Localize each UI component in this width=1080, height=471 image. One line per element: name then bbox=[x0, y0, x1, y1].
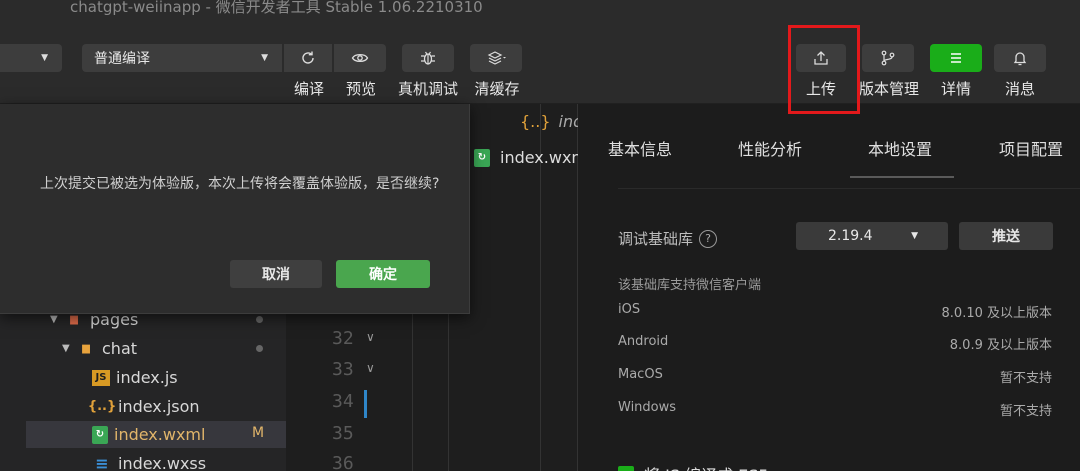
fold-chevron-icon[interactable]: ∨ bbox=[366, 330, 375, 344]
json-file-icon: {..} bbox=[87, 399, 117, 414]
dialog-message: 上次提交已被选为体验版，本次上传将会覆盖体验版，是否继续? bbox=[40, 176, 440, 192]
refresh-icon bbox=[302, 51, 314, 64]
details-label: 详情 bbox=[940, 80, 971, 98]
modified-badge: M bbox=[252, 425, 265, 441]
upload-highlight-box bbox=[788, 25, 860, 114]
checkbox[interactable] bbox=[618, 466, 634, 471]
json-file-icon: {..} bbox=[520, 112, 551, 131]
tree-item-label: index.wxss bbox=[118, 454, 207, 471]
es5-option-label: 将 JS 编译成 ES5 bbox=[644, 462, 769, 471]
push-button[interactable]: 推送 bbox=[959, 222, 1053, 250]
compile-button[interactable] bbox=[284, 44, 332, 72]
messages-button[interactable] bbox=[994, 44, 1046, 72]
js-file-icon: JS bbox=[92, 369, 110, 386]
tab-label: index.wxn bbox=[500, 148, 582, 167]
tree-item-label: index.wxml bbox=[114, 425, 206, 444]
client-version: 暂不支持 bbox=[999, 404, 1052, 419]
active-tab-indicator bbox=[850, 176, 954, 178]
editor-tab-wxml[interactable]: ↻ index.wxn bbox=[474, 148, 582, 167]
line-number: 35 bbox=[332, 423, 354, 444]
line-number: 33 bbox=[332, 359, 354, 380]
chevron-down-icon: ▼ bbox=[261, 53, 268, 63]
client-row-android: Android 8.0.9 及以上版本 bbox=[618, 332, 1052, 356]
client-os: MacOS bbox=[618, 367, 663, 382]
fold-chevron-icon[interactable]: ∨ bbox=[366, 361, 375, 375]
client-os: Android bbox=[618, 334, 669, 349]
cursor-line-marker bbox=[364, 390, 367, 418]
tree-item-label: index.js bbox=[116, 368, 178, 387]
compile-label: 编译 bbox=[293, 80, 324, 98]
chevron-down-icon: ▼ bbox=[62, 343, 70, 354]
client-version: 暂不支持 bbox=[999, 371, 1052, 386]
preview-button[interactable] bbox=[334, 44, 386, 72]
help-icon[interactable]: ? bbox=[699, 229, 718, 248]
divider bbox=[618, 188, 1080, 189]
wxss-file-icon: ≡ bbox=[95, 454, 109, 471]
tree-folder-chat[interactable]: ▼ ▆ chat bbox=[62, 335, 137, 362]
status-dot bbox=[256, 316, 263, 323]
version-management-button[interactable] bbox=[862, 44, 914, 72]
eye-icon bbox=[351, 53, 369, 63]
debug-lib-label: 调试基础库 ? bbox=[618, 228, 718, 249]
tree-item-label: chat bbox=[102, 339, 138, 358]
cancel-button[interactable]: 取消 bbox=[230, 260, 322, 288]
branch-icon bbox=[881, 50, 895, 66]
messages-label: 消息 bbox=[1004, 80, 1035, 98]
folder-icon: ▆ bbox=[82, 343, 90, 354]
support-label: 该基础库支持微信客户端 bbox=[618, 278, 762, 293]
chevron-down-icon: ▼ bbox=[50, 314, 58, 325]
menu-icon bbox=[951, 53, 961, 63]
client-version: 8.0.10 及以上版本 bbox=[941, 306, 1052, 321]
wxml-file-icon: ↻ bbox=[474, 148, 490, 167]
debug-lib-text: 调试基础库 bbox=[618, 230, 694, 248]
client-row-ios: iOS 8.0.10 及以上版本 bbox=[618, 300, 1052, 324]
client-row-macos: MacOS 暂不支持 bbox=[618, 365, 1052, 389]
editor-tab-json[interactable]: {..} ind bbox=[520, 112, 583, 131]
real-device-debug-button[interactable] bbox=[402, 44, 454, 72]
client-row-windows: Windows 暂不支持 bbox=[618, 398, 1052, 422]
version-label: 版本管理 bbox=[858, 80, 919, 98]
clear-cache-label: 清缓存 bbox=[474, 80, 520, 98]
client-version: 8.0.9 及以上版本 bbox=[949, 338, 1052, 353]
tree-file-index-wxml[interactable]: ↻ index.wxml bbox=[92, 421, 205, 448]
preview-label: 预览 bbox=[345, 80, 376, 98]
tab-performance[interactable]: 性能分析 bbox=[738, 136, 802, 160]
settings-panel: 基本信息 性能分析 本地设置 项目配置 调试基础库 ? 2.19.4 ▼ 推送 … bbox=[578, 104, 1080, 471]
tab-local-settings[interactable]: 本地设置 bbox=[868, 136, 932, 160]
client-os: iOS bbox=[618, 302, 641, 317]
tree-file-index-js[interactable]: JS index.js bbox=[92, 364, 178, 391]
line-number: 34 bbox=[332, 391, 354, 412]
status-dot bbox=[256, 345, 263, 352]
line-number: 32 bbox=[332, 328, 354, 349]
debug-label: 真机调试 bbox=[397, 80, 458, 98]
layers-icon bbox=[487, 51, 506, 65]
wxml-file-icon: ↻ bbox=[92, 425, 108, 444]
upload-confirm-dialog: 上次提交已被选为体验版，本次上传将会覆盖体验版，是否继续? 取消 确定 bbox=[0, 104, 470, 314]
bell-icon bbox=[1013, 52, 1027, 66]
window-title: chatgpt-weiinapp - 微信开发者工具 Stable 1.06.2… bbox=[70, 0, 483, 16]
chevron-down-icon: ▼ bbox=[911, 231, 918, 241]
bug-icon bbox=[421, 51, 435, 65]
tree-file-index-wxss[interactable]: ≡ index.wxss bbox=[92, 450, 206, 471]
toolbar: ▼ 普通编译 ▼ 编译 预览 真机调试 清缓存 上传 版本管理 详情 消息 bbox=[0, 18, 1080, 104]
simulator-mode-select[interactable]: ▼ bbox=[0, 44, 62, 72]
tree-file-index-json[interactable]: {..} index.json bbox=[87, 393, 200, 420]
chevron-down-icon: ▼ bbox=[41, 53, 48, 63]
tab-basic-info[interactable]: 基本信息 bbox=[608, 136, 672, 160]
compile-mode-label: 普通编译 bbox=[94, 51, 150, 67]
title-bar: chatgpt-weiinapp - 微信开发者工具 Stable 1.06.2… bbox=[0, 0, 1080, 18]
clear-cache-button[interactable] bbox=[470, 44, 522, 72]
details-button[interactable] bbox=[930, 44, 982, 72]
lib-version-select[interactable]: 2.19.4 ▼ bbox=[796, 222, 948, 250]
line-number: 36 bbox=[332, 453, 354, 471]
compile-mode-select[interactable]: 普通编译 ▼ bbox=[82, 44, 282, 72]
es5-option[interactable]: 将 JS 编译成 ES5 bbox=[618, 462, 769, 471]
confirm-button[interactable]: 确定 bbox=[336, 260, 430, 288]
lib-version-value: 2.19.4 bbox=[828, 228, 873, 244]
tree-item-label: index.json bbox=[118, 397, 200, 416]
client-os: Windows bbox=[618, 400, 677, 415]
tab-project-config[interactable]: 项目配置 bbox=[999, 136, 1063, 160]
